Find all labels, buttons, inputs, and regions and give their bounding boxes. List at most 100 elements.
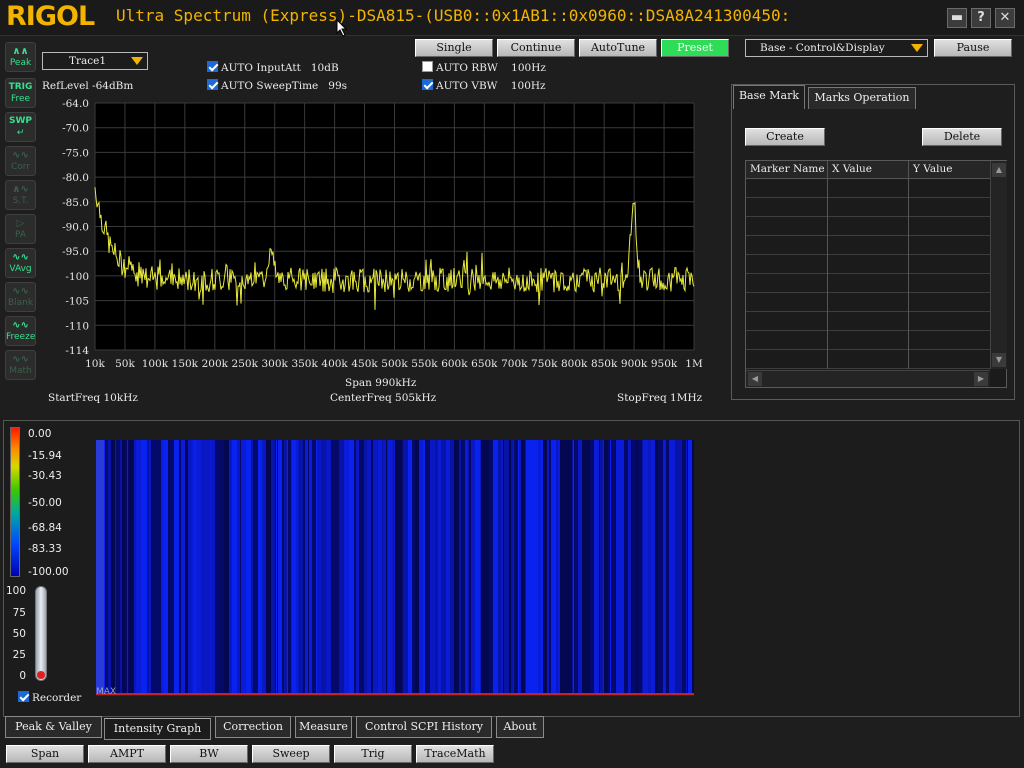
table-row[interactable] bbox=[746, 255, 990, 274]
table-row[interactable] bbox=[746, 217, 990, 236]
recorder-thermometer-slider[interactable] bbox=[35, 586, 47, 681]
tab-base-mark[interactable]: Base Mark bbox=[733, 85, 805, 109]
intensity-column bbox=[296, 440, 298, 693]
scroll-left-icon[interactable]: ◀ bbox=[748, 372, 762, 386]
intensity-column bbox=[214, 440, 215, 693]
auto-inputatt-checkbox[interactable] bbox=[207, 61, 218, 72]
intensity-column bbox=[383, 440, 386, 693]
preset-button[interactable]: Preset bbox=[661, 39, 729, 57]
minimize-icon[interactable]: ▬ bbox=[947, 8, 967, 28]
single-button[interactable]: Single bbox=[415, 39, 493, 57]
span-label: Span 990kHz bbox=[345, 377, 417, 389]
tab-intensity-graph[interactable]: Intensity Graph bbox=[104, 718, 211, 740]
intensity-column bbox=[401, 440, 403, 693]
tab-measure[interactable]: Measure bbox=[295, 716, 352, 738]
intensity-column bbox=[201, 440, 206, 693]
tab-about[interactable]: About bbox=[496, 716, 544, 738]
span-button[interactable]: Span bbox=[6, 745, 84, 763]
table-row[interactable] bbox=[746, 274, 990, 293]
intensity-column bbox=[489, 440, 493, 693]
intensity-column bbox=[387, 440, 388, 693]
intensity-column bbox=[271, 440, 275, 693]
close-icon[interactable]: ✕ bbox=[995, 8, 1015, 28]
intensity-column bbox=[498, 440, 501, 693]
ampt-button[interactable]: AMPT bbox=[88, 745, 166, 763]
intensity-column bbox=[151, 440, 156, 693]
auto-inputatt-option[interactable]: AUTO InputAtt 10dB bbox=[207, 61, 339, 74]
column-header-marker-name[interactable]: Marker Name bbox=[750, 163, 828, 175]
corr-tool-label: Corr bbox=[10, 162, 31, 172]
auto-rbw-option[interactable]: AUTO RBW 100Hz bbox=[422, 61, 546, 74]
table-row[interactable] bbox=[746, 236, 990, 255]
vavg-icon: ∿∿ bbox=[12, 252, 29, 263]
st-tool-button[interactable]: ∧∿ S.T. bbox=[5, 180, 36, 210]
math-tool-button[interactable]: ∿∿ Math bbox=[5, 350, 36, 380]
st-icon: ∧∿ bbox=[12, 184, 29, 195]
continue-button[interactable]: Continue bbox=[497, 39, 575, 57]
y-tick-label: -64.0 bbox=[62, 98, 89, 110]
table-row[interactable] bbox=[746, 331, 990, 350]
tracemath-button[interactable]: TraceMath bbox=[416, 745, 494, 763]
grid-lines bbox=[94, 102, 695, 351]
x-tick-labels: 10k 50k 100k 150k 200k 250k 300k 350k 400k 450k 50… bbox=[85, 358, 703, 370]
scroll-right-icon[interactable]: ▶ bbox=[974, 372, 988, 386]
table-row[interactable] bbox=[746, 312, 990, 331]
intensity-column bbox=[655, 440, 658, 693]
corr-tool-button[interactable]: ∿∿ Corr bbox=[5, 146, 36, 176]
intensity-column bbox=[454, 440, 459, 693]
table-row[interactable] bbox=[746, 179, 990, 198]
auto-vbw-checkbox[interactable] bbox=[422, 79, 433, 90]
intensity-column bbox=[441, 440, 446, 693]
tab-peak-valley[interactable]: Peak & Valley bbox=[5, 716, 102, 738]
horizontal-scrollbar[interactable]: ◀ ▶ bbox=[746, 370, 990, 387]
rigol-logo: RIGOL bbox=[6, 1, 95, 32]
colorbar-label: -83.33 bbox=[28, 543, 62, 555]
create-marker-button[interactable]: Create bbox=[745, 128, 825, 146]
recorder-option[interactable]: Recorder bbox=[18, 691, 81, 704]
vavg-tool-button[interactable]: ∿∿ VAvg bbox=[5, 248, 36, 278]
tab-control-scpi-history[interactable]: Control SCPI History bbox=[356, 716, 492, 738]
blank-tool-button[interactable]: ∿∿ Blank bbox=[5, 282, 36, 312]
intensity-column bbox=[572, 440, 573, 693]
tab-correction[interactable]: Correction bbox=[215, 716, 291, 738]
vertical-scrollbar[interactable]: ▲ ▼ bbox=[990, 161, 1007, 369]
y-tick-label: -75.0 bbox=[62, 147, 89, 159]
column-header-y-value[interactable]: Y Value bbox=[913, 163, 991, 175]
autotune-button[interactable]: AutoTune bbox=[579, 39, 657, 57]
trace-select[interactable]: Trace1 bbox=[42, 52, 148, 70]
pa-tool-button[interactable]: ▷ PA bbox=[5, 214, 36, 244]
table-row[interactable] bbox=[746, 350, 990, 369]
trig-button[interactable]: Trig bbox=[334, 745, 412, 763]
recorder-checkbox[interactable] bbox=[18, 691, 29, 702]
menu-select[interactable]: Base - Control&Display bbox=[745, 39, 928, 57]
x-tick-label: 450k bbox=[351, 358, 378, 370]
table-row[interactable] bbox=[746, 198, 990, 217]
scroll-down-icon[interactable]: ▼ bbox=[992, 353, 1006, 367]
tab-marks-operation[interactable]: Marks Operation bbox=[808, 87, 916, 109]
auto-sweeptime-option[interactable]: AUTO SweepTime 99s bbox=[207, 79, 347, 92]
auto-sweeptime-checkbox[interactable] bbox=[207, 79, 218, 90]
intensity-column bbox=[530, 440, 535, 693]
stop-freq-label: StopFreq 1MHz bbox=[617, 392, 703, 404]
intensity-column bbox=[403, 440, 408, 693]
intensity-column bbox=[686, 440, 687, 693]
auto-vbw-option[interactable]: AUTO VBW 100Hz bbox=[422, 79, 546, 92]
scroll-up-icon[interactable]: ▲ bbox=[992, 163, 1006, 177]
freeze-tool-button[interactable]: ∿∿ Freeze bbox=[5, 316, 36, 346]
pause-button[interactable]: Pause bbox=[934, 39, 1012, 57]
table-row[interactable] bbox=[746, 293, 990, 312]
intensity-column bbox=[291, 440, 292, 693]
column-header-x-value[interactable]: X Value bbox=[832, 163, 910, 175]
bw-button[interactable]: BW bbox=[170, 745, 248, 763]
swp-loop-icon: ↵ bbox=[16, 128, 25, 138]
auto-rbw-checkbox[interactable] bbox=[422, 61, 433, 72]
peak-tool-button[interactable]: ∧∧ Peak bbox=[5, 42, 36, 72]
slider-label: 25 bbox=[12, 649, 26, 661]
intensity-column bbox=[603, 440, 604, 693]
help-icon[interactable]: ? bbox=[971, 8, 991, 28]
swp-tool-button[interactable]: SWP ↵ bbox=[5, 112, 36, 142]
intensity-column bbox=[126, 440, 127, 693]
sweep-button[interactable]: Sweep bbox=[252, 745, 330, 763]
trig-free-tool-button[interactable]: TRIG Free bbox=[5, 78, 36, 108]
delete-marker-button[interactable]: Delete bbox=[922, 128, 1002, 146]
